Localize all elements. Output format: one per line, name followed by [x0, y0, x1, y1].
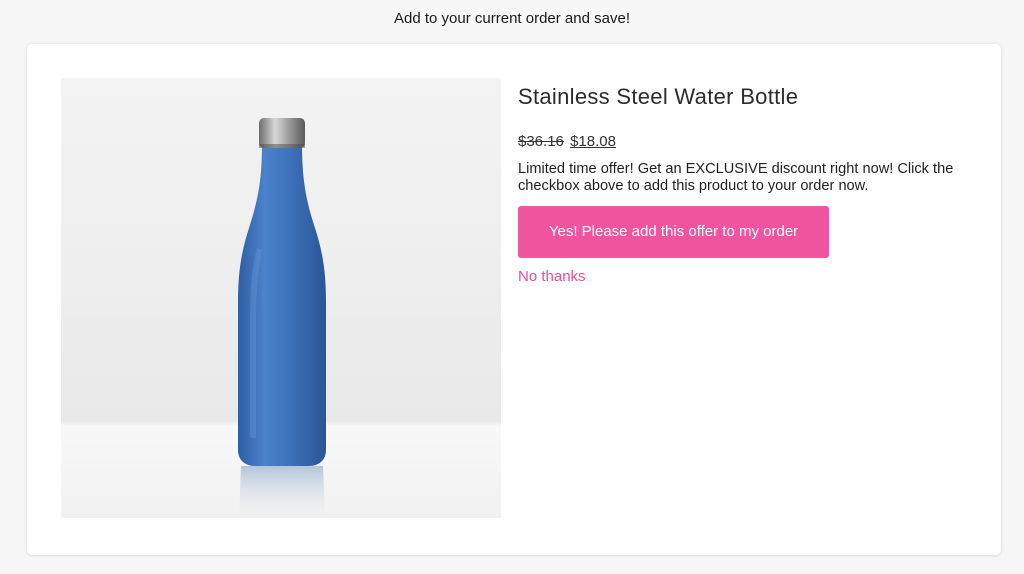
product-title: Stainless Steel Water Bottle — [518, 84, 799, 109]
accept-offer-button[interactable]: Yes! Please add this offer to my order — [518, 206, 829, 258]
price-row: $36.16 $18.08 — [518, 132, 988, 152]
decline-offer-link[interactable]: No thanks — [518, 268, 988, 285]
page-heading: Add to your current order and save! — [394, 10, 630, 27]
offer-details: Stainless Steel Water Bottle $36.16 $18.… — [518, 82, 988, 285]
product-image — [61, 78, 501, 518]
original-price: $36.16 — [518, 133, 564, 150]
offer-description: Limited time offer! Get an EXCLUSIVE dis… — [518, 161, 954, 194]
sale-price: $18.08 — [570, 133, 616, 150]
upsell-page: Add to your current order and save! Stai… — [0, 0, 1024, 574]
offer-card: Stainless Steel Water Bottle $36.16 $18.… — [27, 44, 1001, 555]
water-bottle-illustration — [238, 118, 326, 518]
